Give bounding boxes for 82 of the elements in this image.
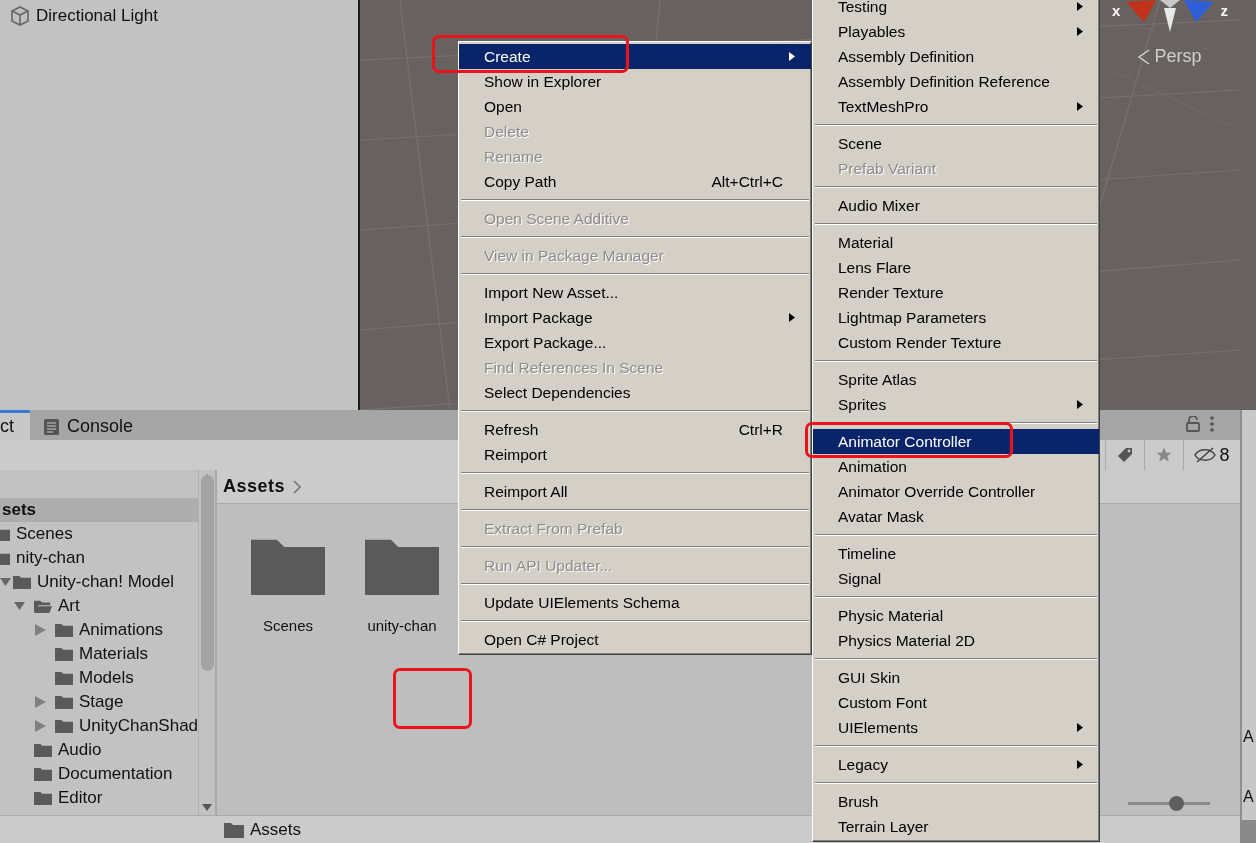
tree-item[interactable]: Scenes [0, 522, 198, 546]
collapsed-arrow-icon[interactable] [35, 624, 46, 636]
panel-tab[interactable]: Console [30, 410, 148, 440]
more-options-icon[interactable] [1210, 416, 1214, 432]
folder-label[interactable]: unity-chan [367, 617, 437, 635]
slider-thumb[interactable] [1169, 796, 1185, 811]
folder-label[interactable]: Scenes [262, 617, 313, 635]
tree-item[interactable]: Editor [0, 786, 198, 810]
menu-item[interactable]: Testing [813, 0, 1099, 19]
tree-item[interactable]: Materials [0, 642, 198, 666]
tree-item[interactable]: Stage [0, 690, 198, 714]
menu-item[interactable]: Render Texture [813, 280, 1099, 305]
cube-icon [10, 6, 30, 26]
menu-item[interactable]: Import Package [459, 305, 811, 330]
menu-item[interactable]: UIElements [813, 715, 1099, 740]
menu-item[interactable]: Material [813, 230, 1099, 255]
menu-item[interactable]: Update UIElements Schema [459, 590, 811, 615]
menu-item[interactable]: GUI Skin [813, 665, 1099, 690]
tree-item[interactable]: Models [0, 666, 198, 690]
menu-item[interactable]: Copy Path Alt+Ctrl+C [459, 169, 811, 194]
cut-label: A [1242, 728, 1255, 746]
cut-label: A [1242, 788, 1255, 806]
menu-item[interactable]: Animator Controller [813, 429, 1099, 454]
tree-item[interactable]: nity-chan [0, 546, 198, 570]
menu-item[interactable]: Physics Material 2D [813, 628, 1099, 653]
tag-icon [1117, 447, 1133, 463]
chevron-right-icon [293, 479, 302, 494]
axis-label: x [1112, 1, 1121, 19]
menu-item[interactable]: Signal [813, 566, 1099, 591]
expanded-arrow-icon[interactable] [0, 576, 11, 588]
menu-item[interactable]: Lightmap Parameters [813, 305, 1099, 330]
menu-item[interactable]: Playables [813, 19, 1099, 44]
menu-item[interactable]: Animation [813, 454, 1099, 479]
axis-label: z [1220, 1, 1228, 19]
eye-slash-icon [1194, 447, 1217, 463]
menu-item[interactable]: Assembly Definition Reference [813, 69, 1099, 94]
menu-item[interactable]: TextMeshPro [813, 94, 1099, 119]
tree-item[interactable]: Art [0, 594, 198, 618]
tree-item[interactable]: Audio [0, 738, 198, 762]
menu-item[interactable]: Create [459, 44, 811, 69]
star-icon [1155, 446, 1173, 464]
breadcrumb[interactable]: Assets [223, 476, 286, 497]
menu-item[interactable]: Animator Override Controller [813, 479, 1099, 504]
menu-item[interactable]: Assembly Definition [813, 44, 1099, 69]
tree-item[interactable]: sets [0, 498, 198, 522]
open-folder-icon [34, 598, 52, 614]
path-label: Assets [250, 819, 302, 840]
menu-item[interactable]: Audio Mixer [813, 193, 1099, 218]
menu-item[interactable]: Sprites [813, 392, 1099, 417]
tree-item[interactable]: Unity-chan! Model [0, 570, 198, 594]
projection-toggle[interactable]: Persp [1138, 46, 1202, 67]
menu-item[interactable]: Export Package... [459, 330, 811, 355]
menu-item[interactable]: Avatar Mask [813, 504, 1099, 529]
chevron-left-icon [1138, 48, 1151, 65]
menu-item[interactable]: Open C# Project [459, 627, 811, 652]
console-icon [44, 418, 59, 435]
tree-item[interactable]: Documentation [0, 762, 198, 786]
menu-item[interactable]: Import New Asset... [459, 280, 811, 305]
menu-item[interactable]: Brush [813, 789, 1099, 814]
menu-item[interactable]: Legacy [813, 752, 1099, 777]
menu-item[interactable]: Select Dependencies [459, 380, 811, 405]
menu-item[interactable]: Lens Flare [813, 255, 1099, 280]
panel-tab[interactable]: ct [0, 410, 30, 440]
menu-item[interactable]: Sprite Atlas [813, 367, 1099, 392]
menu-item[interactable]: Show in Explorer [459, 69, 811, 94]
menu-item[interactable]: Custom Font [813, 690, 1099, 715]
scrollbar[interactable] [198, 470, 215, 815]
menu-item[interactable]: Open [459, 94, 811, 119]
collapsed-arrow-icon[interactable] [35, 696, 46, 708]
lock-icon[interactable] [1186, 416, 1200, 432]
tree-item[interactable]: Animations [0, 618, 198, 642]
tree-item[interactable]: UnityChanShad [0, 714, 198, 738]
menu-item[interactable]: Scene [813, 131, 1099, 156]
scroll-down-icon[interactable] [202, 804, 212, 811]
menu-item[interactable]: Custom Render Texture [813, 330, 1099, 355]
menu-item[interactable]: Terrain Layer [813, 814, 1099, 839]
menu-item[interactable]: Reimport All [459, 479, 811, 504]
expanded-arrow-icon[interactable] [14, 600, 25, 612]
hierarchy-item[interactable]: Directional Light [36, 6, 158, 26]
menu-item[interactable]: Physic Material [813, 603, 1099, 628]
collapsed-arrow-icon[interactable] [35, 720, 46, 732]
menu-item[interactable]: Timeline [813, 541, 1099, 566]
